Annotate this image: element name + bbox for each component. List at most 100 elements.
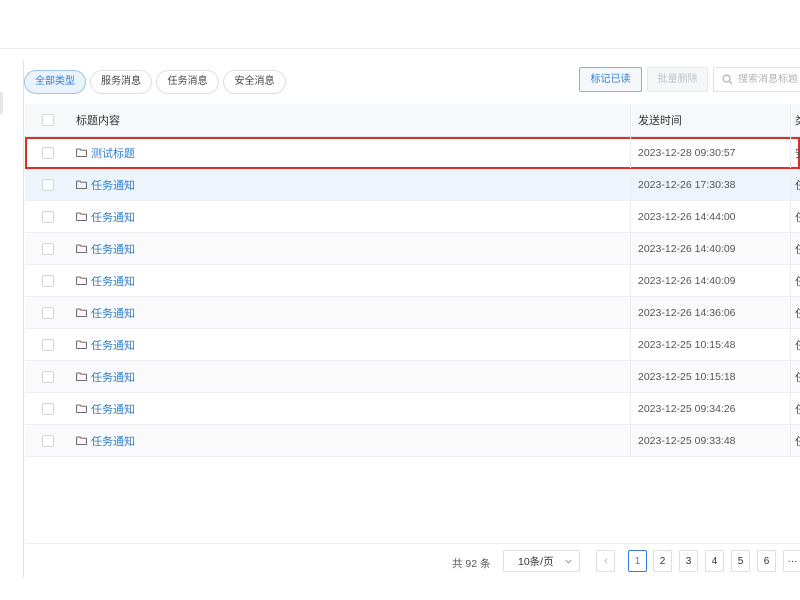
send-time: 2023-12-26 14:40:09 bbox=[638, 242, 736, 255]
tab-task-messages[interactable]: 任务消息 bbox=[156, 70, 219, 94]
row-title-cell: 测试标题 bbox=[70, 137, 630, 168]
row-title-cell: 任务通知 bbox=[70, 201, 630, 232]
page-2-button[interactable]: 2 bbox=[653, 550, 672, 572]
mark-read-button[interactable]: 标记已读 bbox=[579, 67, 642, 92]
page-5-button[interactable]: 5 bbox=[731, 550, 750, 572]
row-checkbox[interactable] bbox=[41, 178, 54, 191]
row-select-cell bbox=[25, 137, 70, 168]
table-row[interactable]: 任务通知 2023-12-25 09:33:48 任 bbox=[25, 425, 800, 457]
row-type-cell: 任 bbox=[790, 265, 800, 296]
message-title-link[interactable]: 任务通知 bbox=[91, 177, 135, 193]
table-header: 标题内容 发送时间 类 bbox=[25, 104, 800, 137]
row-checkbox[interactable] bbox=[41, 338, 54, 351]
row-time-cell: 2023-12-26 17:30:38 bbox=[630, 169, 790, 200]
row-type-cell: 任 bbox=[790, 425, 800, 456]
row-select-cell bbox=[25, 393, 70, 424]
row-select-cell bbox=[25, 361, 70, 392]
row-type-cell: 任 bbox=[790, 233, 800, 264]
message-title-link[interactable]: 任务通知 bbox=[91, 273, 135, 289]
row-time-cell: 2023-12-25 10:15:18 bbox=[630, 361, 790, 392]
sidebar-edge bbox=[0, 92, 3, 114]
folder-icon bbox=[76, 404, 87, 413]
row-type-cell: 任 bbox=[790, 361, 800, 392]
row-checkbox[interactable] bbox=[41, 146, 54, 159]
row-type-cell: 任 bbox=[790, 393, 800, 424]
row-title-cell: 任务通知 bbox=[70, 329, 630, 360]
row-time-cell: 2023-12-26 14:44:00 bbox=[630, 201, 790, 232]
row-select-cell bbox=[25, 233, 70, 264]
row-select-cell bbox=[25, 201, 70, 232]
search-icon bbox=[722, 74, 733, 85]
page-size-select[interactable]: 10条/页 bbox=[503, 550, 580, 572]
chevron-down-icon bbox=[565, 559, 572, 564]
message-type: 任 bbox=[795, 401, 800, 417]
row-checkbox[interactable] bbox=[41, 210, 54, 223]
row-type-cell: 任 bbox=[790, 297, 800, 328]
row-time-cell: 2023-12-26 14:40:09 bbox=[630, 265, 790, 296]
row-type-cell: 任 bbox=[790, 329, 800, 360]
page-1-button[interactable]: 1 bbox=[628, 550, 647, 572]
table-row[interactable]: 任务通知 2023-12-26 14:40:09 任 bbox=[25, 233, 800, 265]
folder-icon bbox=[76, 276, 87, 285]
message-type: 任 bbox=[795, 273, 800, 289]
search-box[interactable] bbox=[713, 67, 800, 92]
message-title-link[interactable]: 测试标题 bbox=[91, 145, 135, 161]
send-time: 2023-12-25 10:15:48 bbox=[638, 338, 736, 351]
message-type: 任 bbox=[795, 433, 800, 449]
select-all-cell bbox=[25, 104, 70, 136]
row-time-cell: 2023-12-26 14:40:09 bbox=[630, 233, 790, 264]
message-table: 标题内容 发送时间 类 测试标题 2023-12-28 09:30:57 安任务通知… bbox=[25, 104, 800, 457]
message-title-link[interactable]: 任务通知 bbox=[91, 209, 135, 225]
message-type: 任 bbox=[795, 241, 800, 257]
table-row[interactable]: 任务通知 2023-12-26 14:36:06 任 bbox=[25, 297, 800, 329]
message-type: 安 bbox=[795, 145, 800, 161]
message-type: 任 bbox=[795, 369, 800, 385]
row-checkbox[interactable] bbox=[41, 402, 54, 415]
row-select-cell bbox=[25, 297, 70, 328]
row-checkbox[interactable] bbox=[41, 242, 54, 255]
row-checkbox[interactable] bbox=[41, 370, 54, 383]
message-type: 任 bbox=[795, 305, 800, 321]
table-row[interactable]: 任务通知 2023-12-25 10:15:18 任 bbox=[25, 361, 800, 393]
folder-icon bbox=[76, 212, 87, 221]
row-type-cell: 任 bbox=[790, 169, 800, 200]
row-time-cell: 2023-12-25 09:34:26 bbox=[630, 393, 790, 424]
row-select-cell bbox=[25, 425, 70, 456]
message-title-link[interactable]: 任务通知 bbox=[91, 369, 135, 385]
tab-all-types[interactable]: 全部类型 bbox=[24, 70, 86, 94]
folder-icon bbox=[76, 436, 87, 445]
tab-service-messages[interactable]: 服务消息 bbox=[90, 70, 152, 94]
total-count: 共 92 条 bbox=[452, 558, 491, 570]
folder-icon bbox=[76, 308, 87, 317]
message-title-link[interactable]: 任务通知 bbox=[91, 337, 135, 353]
message-title-link[interactable]: 任务通知 bbox=[91, 305, 135, 321]
tab-security-messages[interactable]: 安全消息 bbox=[223, 70, 286, 94]
select-all-checkbox[interactable] bbox=[41, 114, 54, 126]
message-title-link[interactable]: 任务通知 bbox=[91, 241, 135, 257]
message-title-link[interactable]: 任务通知 bbox=[91, 433, 135, 449]
row-title-cell: 任务通知 bbox=[70, 265, 630, 296]
table-row[interactable]: 任务通知 2023-12-25 09:34:26 任 bbox=[25, 393, 800, 425]
page-3-button[interactable]: 3 bbox=[679, 550, 698, 572]
row-type-cell: 任 bbox=[790, 201, 800, 232]
page-6-button[interactable]: 6 bbox=[757, 550, 776, 572]
table-row[interactable]: 任务通知 2023-12-26 17:30:38 任 bbox=[25, 169, 800, 201]
message-title-link[interactable]: 任务通知 bbox=[91, 401, 135, 417]
search-input[interactable] bbox=[738, 74, 800, 85]
row-title-cell: 任务通知 bbox=[70, 393, 630, 424]
table-row[interactable]: 任务通知 2023-12-26 14:44:00 任 bbox=[25, 201, 800, 233]
row-checkbox[interactable] bbox=[41, 434, 54, 447]
more-pages-button[interactable]: ··· bbox=[783, 550, 800, 572]
page-4-button[interactable]: 4 bbox=[705, 550, 724, 572]
row-checkbox[interactable] bbox=[41, 306, 54, 319]
row-type-cell: 安 bbox=[790, 137, 800, 168]
table-row[interactable]: 任务通知 2023-12-25 10:15:48 任 bbox=[25, 329, 800, 361]
table-row[interactable]: 任务通知 2023-12-26 14:40:09 任 bbox=[25, 265, 800, 297]
row-checkbox[interactable] bbox=[41, 274, 54, 287]
row-select-cell bbox=[25, 329, 70, 360]
table-row[interactable]: 测试标题 2023-12-28 09:30:57 安 bbox=[25, 137, 800, 169]
send-time: 2023-12-25 09:34:26 bbox=[638, 402, 736, 415]
prev-page-button[interactable] bbox=[596, 550, 615, 572]
batch-delete-button[interactable]: 批量删除 bbox=[647, 67, 708, 92]
row-title-cell: 任务通知 bbox=[70, 361, 630, 392]
